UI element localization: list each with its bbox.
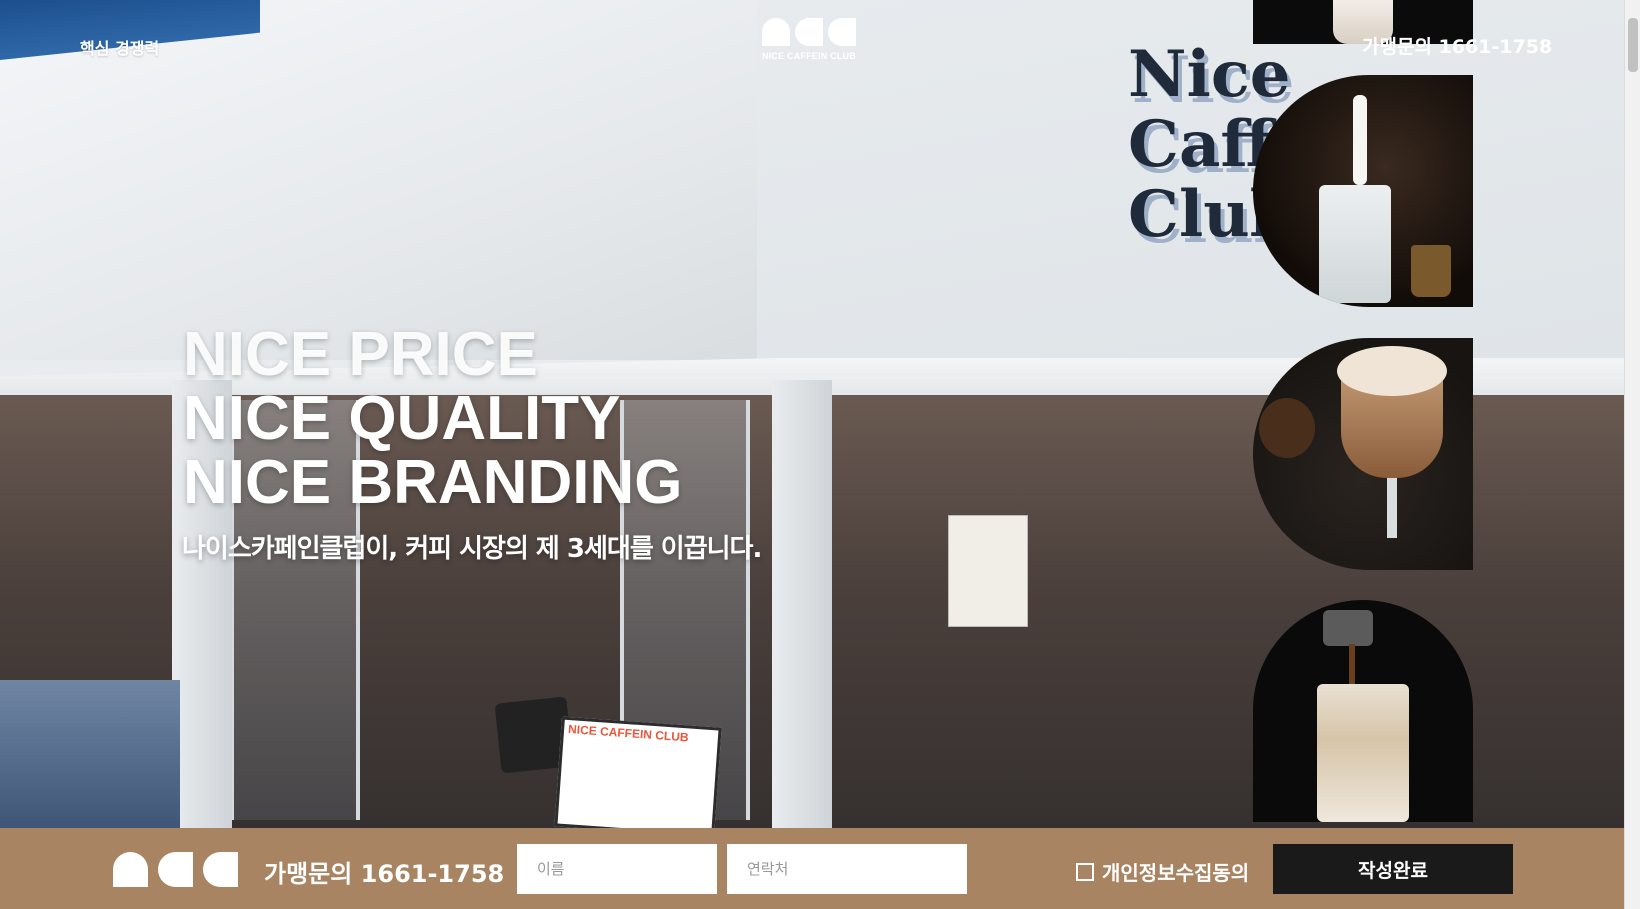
- bar-logo: [113, 852, 238, 887]
- logo-half-circle-icon: [203, 852, 238, 887]
- name-input[interactable]: [517, 844, 717, 894]
- phone-input[interactable]: [727, 844, 967, 894]
- brand-logo[interactable]: NICE CAFFEIN CLUB: [762, 18, 864, 68]
- nav-franchise-inquiry[interactable]: 가맹문의 1661-1758: [1362, 32, 1552, 59]
- headline-line: NICE QUALITY: [183, 384, 621, 453]
- nav-core-competence[interactable]: 핵심 경쟁력: [80, 35, 159, 59]
- logo-arch-icon: [762, 18, 790, 46]
- logo-shapes: [762, 18, 864, 46]
- pillar: [772, 380, 832, 828]
- counter: [0, 680, 180, 828]
- headline-line: NICE PRICE: [183, 320, 538, 389]
- milk-pour-photo: [1253, 75, 1473, 307]
- logo-half-circle-icon: [158, 852, 193, 887]
- bar-phone-number: 가맹문의 1661-1758: [264, 860, 505, 888]
- menu-board-title: NICE CAFFEIN CLUB: [567, 722, 690, 745]
- inquiry-bar: 가맹문의 1661-1758 개인정보수집동의 작성완료: [0, 828, 1624, 909]
- scrollbar-thumb[interactable]: [1628, 18, 1638, 72]
- logo-half-circle-icon: [795, 18, 823, 46]
- hero-headline: NICE PRICE NICE QUALITY NICE BRANDING: [183, 323, 682, 515]
- logo-arch-icon: [113, 852, 148, 887]
- signature-menu-poster: [948, 515, 1028, 627]
- privacy-consent[interactable]: 개인정보수집동의: [1076, 857, 1249, 886]
- consent-checkbox[interactable]: [1076, 862, 1094, 881]
- brand-text: NICE CAFFEIN CLUB: [762, 51, 856, 61]
- consent-label: 개인정보수집동의: [1102, 861, 1250, 885]
- hero-subheading: 나이스카페인클럽이, 커피 시장의 제 3세대를 이끕니다.: [182, 534, 762, 564]
- headline-line: NICE BRANDING: [183, 448, 683, 517]
- logo-half-circle-icon: [828, 18, 856, 46]
- scrollbar[interactable]: [1624, 0, 1640, 909]
- espresso-pour-photo: [1253, 600, 1473, 822]
- submit-button[interactable]: 작성완료: [1273, 844, 1513, 894]
- latte-photo: [1253, 338, 1473, 570]
- menu-board: NICE CAFFEIN CLUB: [554, 716, 722, 828]
